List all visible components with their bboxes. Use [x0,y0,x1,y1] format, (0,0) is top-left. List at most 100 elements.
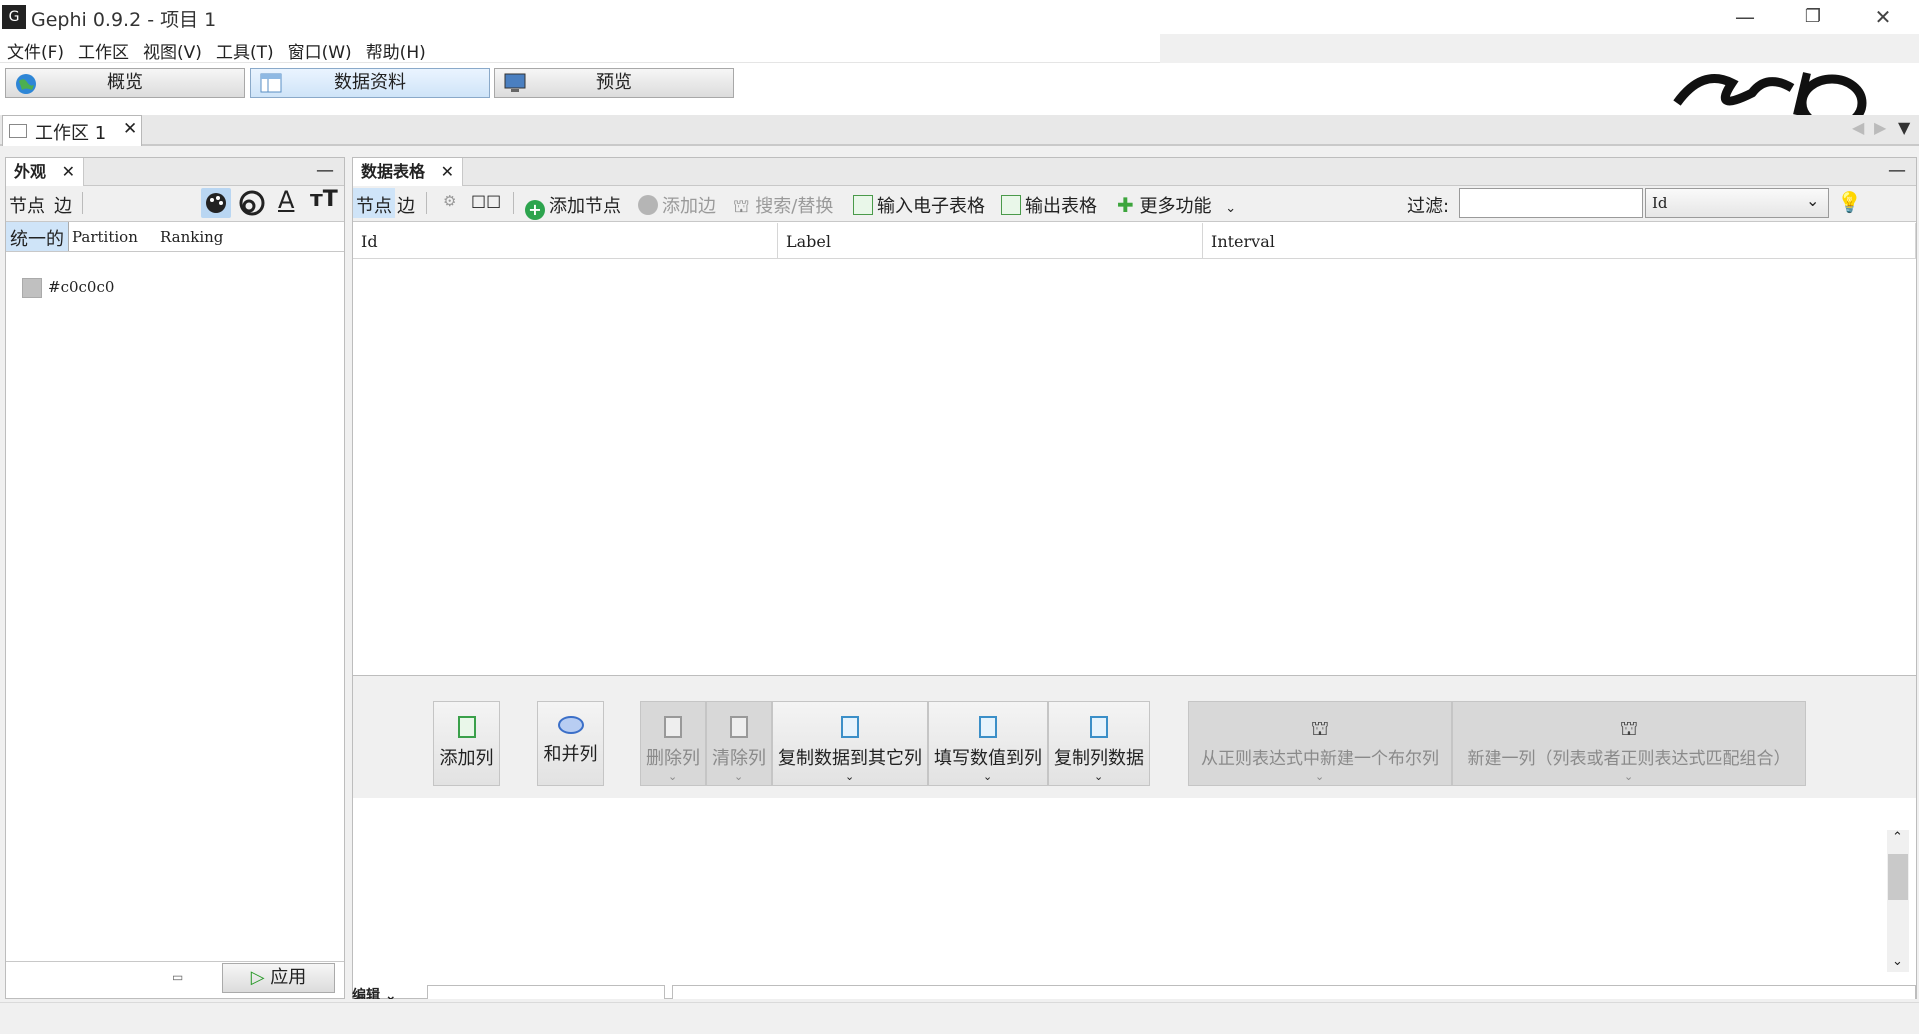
edit-tab-label: 编辑 [352,988,380,999]
scroll-left-icon[interactable]: ◀ [1852,118,1864,137]
chevron-down-icon: ⌄ [734,770,744,783]
link-icon[interactable]: ▭ [172,970,183,984]
restore-button[interactable]: ❐ [1778,0,1848,34]
delete-column-button[interactable]: 删除列 ⌄ [640,701,706,786]
configure-icon[interactable]: ⚙ [443,192,456,210]
workspace-tab[interactable]: 工作区 1 ✕ [2,115,142,146]
create-column-from-regex-match-button[interactable]: ⛫ 新建一列（列表或者正则表达式匹配组合） ⌄ [1452,701,1806,786]
merge-columns-button[interactable]: 和并列 [537,701,604,786]
appearance-tab[interactable]: 外观 ✕ [6,158,84,186]
unique-mode-tab[interactable]: 统一的 [6,222,69,251]
appearance-tab-label: 外观 [14,162,47,181]
filter-column-value: Id [1652,194,1668,212]
monitor-icon [504,73,526,93]
appearance-tab-close-icon[interactable]: ✕ [62,162,75,181]
search-replace-button[interactable]: ⛫ 搜索/替换 [733,192,833,220]
add-edge-button[interactable]: 添加边 [638,192,716,218]
data-table-tab-close-icon[interactable]: ✕ [441,162,454,181]
color-palette-icon[interactable] [201,188,231,218]
actions-scrollbar[interactable]: ⌃ ⌄ [1887,830,1909,972]
column-header-label[interactable]: Label [778,223,1203,259]
more-actions-button[interactable]: ✚ 更多功能 ⌄ [1117,192,1236,218]
add-node-label: 添加节点 [549,196,621,217]
copy-data-to-other-column-button[interactable]: 复制数据到其它列 ⌄ [772,701,928,786]
column-visibility-icon[interactable]: □□ [471,191,501,210]
menu-file[interactable]: 文件(F) [0,34,71,63]
data-table-panel-header: 数据表格 ✕ — [353,158,1916,186]
tab-list-dropdown-icon[interactable]: ▼ [1898,118,1910,137]
add-column-button[interactable]: 添加列 [433,701,500,786]
fill-column-button[interactable]: 填写数值到列 ⌄ [928,701,1048,786]
ranking-mode-tab[interactable]: Ranking [160,228,223,246]
scroll-right-icon[interactable]: ▶ [1874,118,1886,137]
filter-input[interactable] [1459,188,1643,218]
overview-mode-button[interactable]: 概览 [5,68,245,98]
color-value: #c0c0c0 [48,278,115,296]
scroll-up-icon[interactable]: ⌃ [1892,830,1903,845]
data-table-minimize-button[interactable]: — [1888,160,1906,181]
filter-label: 过滤: [1407,196,1450,217]
menu-view[interactable]: 视图(V) [136,34,209,63]
column-header-interval[interactable]: Interval [1203,223,1916,259]
menu-help[interactable]: 帮助(H) [359,34,433,63]
appearance-minimize-button[interactable]: — [316,160,334,181]
bottom-field[interactable] [427,985,665,999]
export-table-button[interactable]: 输出表格 [1001,192,1097,218]
column-header-id[interactable]: Id [353,223,778,259]
apply-button-label: 应用 [270,967,307,988]
separator [513,192,514,214]
import-spreadsheet-button[interactable]: 输入电子表格 [853,192,985,218]
add-node-button[interactable]: + 添加节点 [525,192,621,220]
label-color-icon[interactable]: A [278,186,294,214]
bottom-field[interactable] [672,985,1916,999]
merge-columns-label: 和并列 [543,744,598,765]
partition-mode-tab[interactable]: Partition [72,228,138,246]
binoculars-icon: ⛫ [1619,716,1639,740]
apply-button[interactable]: ▷ 应用 [222,963,335,993]
title-bar: G Gephi 0.9.2 - 项目 1 — ❐ ✕ [0,0,1919,34]
label-size-icon[interactable]: ᴛT [310,187,338,212]
chevron-down-icon: ⌄ [668,770,678,783]
binoculars-icon: ⛫ [1310,716,1330,740]
create-boolean-column-from-regex-label: 从正则表达式中新建一个布尔列 [1201,749,1439,769]
spreadsheet-icon [1001,195,1021,215]
export-table-label: 输出表格 [1025,196,1097,217]
fill-column-label: 填写数值到列 [934,748,1042,769]
workspace-icon [9,124,27,138]
edit-tab[interactable]: 编辑 ⌄ [352,985,424,999]
filter-column-select[interactable]: Id ⌄ [1645,188,1829,218]
color-swatch[interactable] [22,278,42,298]
menu-tools[interactable]: 工具(T) [209,34,281,63]
workspace-tab-close-icon[interactable]: ✕ [123,119,137,139]
clear-column-label: 清除列 [712,748,766,769]
table-header: Id Label Interval [353,223,1916,259]
size-icon[interactable] [238,189,266,222]
menu-workspace[interactable]: 工作区 [71,34,136,63]
add-column-label: 添加列 [439,748,494,769]
search-replace-label: 搜索/替换 [755,196,834,217]
duplicate-column-button[interactable]: 复制列数据 ⌄ [1048,701,1150,786]
preview-mode-button[interactable]: 预览 [494,68,734,98]
table-icon [260,73,282,93]
appearance-nodes-tab[interactable]: 节点 [9,192,45,218]
clear-column-button[interactable]: 清除列 ⌄ [706,701,772,786]
appearance-mode-tabs: 统一的 Partition Ranking [6,222,344,252]
close-window-button[interactable]: ✕ [1848,0,1918,34]
table-body[interactable] [353,259,1916,674]
data-edges-tab[interactable]: 边 [397,192,415,218]
appearance-edges-tab[interactable]: 边 [54,192,72,218]
lightbulb-icon[interactable]: 💡 [1837,190,1862,214]
create-boolean-column-from-regex-button[interactable]: ⛫ 从正则表达式中新建一个布尔列 ⌄ [1188,701,1452,786]
data-nodes-tab[interactable]: 节点 [353,188,395,218]
scroll-down-icon[interactable]: ⌄ [1892,954,1903,969]
separator [426,192,427,214]
minimize-button[interactable]: — [1710,0,1780,34]
data-laboratory-mode-button[interactable]: 数据资料 [250,68,490,98]
menu-window[interactable]: 窗口(W) [281,34,359,63]
gephi-app-icon: G [2,5,26,29]
add-edge-label: 添加边 [662,196,716,217]
scrollbar-thumb[interactable] [1888,854,1908,900]
workspace-tab-label: 工作区 1 [35,123,107,144]
chevron-down-icon: ⌄ [983,770,993,783]
data-table-tab[interactable]: 数据表格 ✕ [353,158,463,186]
